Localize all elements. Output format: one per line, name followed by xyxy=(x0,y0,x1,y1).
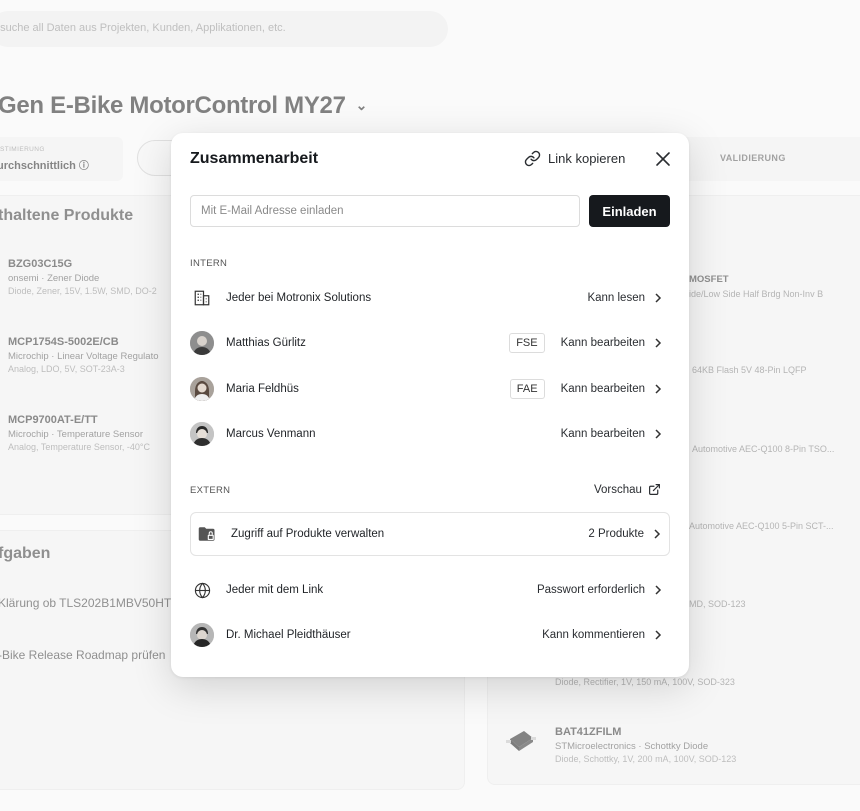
permission-label: Kann lesen xyxy=(587,292,645,304)
share-row-label: Dr. Michael Pleidthäuser xyxy=(226,629,351,641)
share-row-label: Marcus Venmann xyxy=(226,428,316,440)
manage-product-access-row[interactable]: Zugriff auf Produkte verwalten 2 Produkt… xyxy=(190,512,670,556)
globe-icon xyxy=(190,578,214,602)
product-count-label: 2 Produkte xyxy=(588,528,644,540)
dialog-title: Zusammenarbeit xyxy=(190,150,319,167)
avatar xyxy=(190,422,214,446)
building-icon xyxy=(190,286,214,310)
permission-label: Passwort erforderlich xyxy=(536,584,645,596)
chevron-right-icon xyxy=(654,630,662,640)
permission-label: Kann bearbeiten xyxy=(560,337,645,349)
close-icon[interactable] xyxy=(655,151,671,167)
chevron-right-icon xyxy=(654,384,662,394)
share-row-label: Matthias Gürlitz xyxy=(226,337,306,349)
chevron-right-icon xyxy=(654,585,662,595)
share-row-label: Jeder mit dem Link xyxy=(226,584,324,596)
share-row-user[interactable]: Matthias Gürlitz FSE Kann bearbeiten xyxy=(190,323,670,363)
permission-label: Kann bearbeiten xyxy=(560,383,645,395)
copy-link-button[interactable]: Link kopieren xyxy=(524,150,625,167)
chevron-right-icon xyxy=(654,429,662,439)
chevron-right-icon xyxy=(654,293,662,303)
role-badge: FSE xyxy=(509,333,545,353)
share-row-user[interactable]: Marcus Venmann Kann bearbeiten xyxy=(190,414,670,454)
intern-section-label: INTERN xyxy=(190,258,228,269)
permission-label: Kann kommentieren xyxy=(542,629,645,641)
share-row-public-link[interactable]: Jeder mit dem Link Passwort erforderlich xyxy=(190,570,670,610)
collaboration-dialog: Zusammenarbeit Link kopieren Einladen IN… xyxy=(171,133,689,677)
copy-link-label: Link kopieren xyxy=(548,151,626,166)
extern-section-label: EXTERN xyxy=(190,485,231,496)
share-row-user[interactable]: Maria Feldhüs FAE Kann bearbeiten xyxy=(190,369,670,409)
preview-link[interactable]: Vorschau xyxy=(594,483,661,496)
email-invite-input[interactable] xyxy=(190,195,580,227)
share-row-label: Zugriff auf Produkte verwalten xyxy=(231,528,385,540)
role-badge: FAE xyxy=(509,379,545,399)
avatar xyxy=(190,377,214,401)
external-link-icon xyxy=(648,484,660,495)
share-row-organization[interactable]: Jeder bei Motronix Solutions Kann lesen xyxy=(190,278,670,318)
link-icon xyxy=(524,150,541,167)
share-row-label: Jeder bei Motronix Solutions xyxy=(226,292,372,304)
avatar xyxy=(190,331,214,355)
share-row-user[interactable]: Dr. Michael Pleidthäuser Kann kommentier… xyxy=(190,615,670,655)
chevron-right-icon xyxy=(653,529,661,539)
share-row-label: Maria Feldhüs xyxy=(226,383,299,395)
folder-lock-icon xyxy=(195,522,219,546)
invite-button[interactable]: Einladen xyxy=(589,195,670,227)
avatar xyxy=(190,623,214,647)
preview-label: Vorschau xyxy=(594,483,642,496)
chevron-right-icon xyxy=(654,338,662,348)
permission-label: Kann bearbeiten xyxy=(560,428,645,440)
